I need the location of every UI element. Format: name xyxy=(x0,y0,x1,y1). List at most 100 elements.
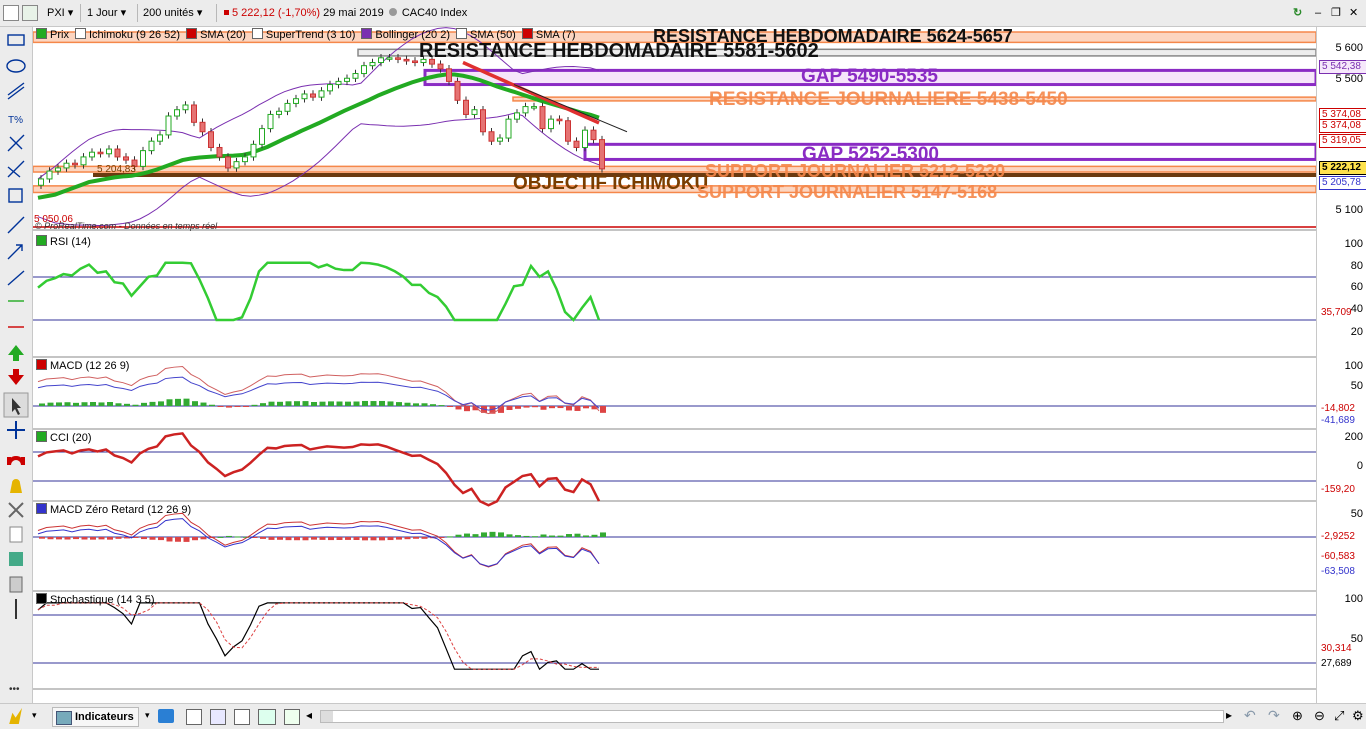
legend-item[interactable]: Ichimoku (9 26 52) xyxy=(74,28,181,41)
macd-badge: -41,689 xyxy=(1321,415,1355,426)
candle-body xyxy=(208,131,214,148)
candle-body xyxy=(89,151,95,158)
candle-body xyxy=(148,140,155,152)
dropdown-arrow-icon[interactable]: ▾ xyxy=(32,710,37,721)
symbol-label: PXI xyxy=(47,7,65,19)
mzl-histogram-bar xyxy=(302,537,309,541)
fullscreen-icon[interactable]: ⤢ xyxy=(1334,708,1344,724)
price-axis[interactable]: 5 600 5 500 5 100 5 542,38 5 374,08 5 37… xyxy=(1316,27,1366,703)
table-icon[interactable] xyxy=(186,709,202,725)
mzl-histogram-bar xyxy=(285,537,292,541)
trash-icon xyxy=(9,576,23,593)
screener-icon[interactable] xyxy=(210,709,226,725)
restore-icon[interactable]: ❐ xyxy=(1328,5,1344,21)
candle-body xyxy=(318,90,325,98)
indicators-button[interactable]: Indicateurs xyxy=(52,707,139,727)
price-badge: 5 374,08 xyxy=(1319,119,1366,133)
macd-histogram-bar xyxy=(81,402,88,406)
macd-histogram-bar xyxy=(302,401,309,406)
indicators-dropdown-icon[interactable]: ▾ xyxy=(145,710,150,721)
candle-body xyxy=(301,93,308,100)
share-icon[interactable] xyxy=(158,709,174,723)
candle-body xyxy=(97,151,104,155)
rsi-tick: 60 xyxy=(1350,281,1363,293)
candle-body xyxy=(293,98,299,104)
scrollbar-thumb[interactable] xyxy=(321,711,333,722)
legend-item[interactable]: SMA (20) xyxy=(186,28,246,41)
candle-body xyxy=(284,102,291,112)
legend-swatch xyxy=(361,28,373,39)
symbol-select[interactable]: PXI ▾ xyxy=(44,5,76,21)
mzl-histogram-bar xyxy=(532,536,538,538)
macd-histogram-bar xyxy=(506,406,513,410)
cci-tick: 0 xyxy=(1356,460,1363,472)
candle-body xyxy=(140,150,146,167)
zoom-out-icon[interactable]: ⊖ xyxy=(1314,708,1325,724)
candle-body xyxy=(386,57,393,60)
macd-histogram-bar xyxy=(549,406,555,409)
cci-tick: 200 xyxy=(1344,431,1363,443)
refresh-icon[interactable]: ↻ xyxy=(1290,5,1305,21)
fibonacci-tool-icon xyxy=(7,134,25,152)
chart-type-icon[interactable] xyxy=(3,5,19,21)
legend-item[interactable]: SuperTrend (3 10) xyxy=(251,28,355,41)
candle-body xyxy=(123,156,129,161)
scroll-left-icon[interactable]: ◂ xyxy=(306,708,312,722)
price-date: 29 mai 2019 xyxy=(323,7,384,19)
macd-histogram-bar xyxy=(379,400,385,406)
cci-badge: -159,20 xyxy=(1321,484,1355,495)
mzl-histogram-bar xyxy=(583,535,589,537)
period-select[interactable]: 1 Jour ▾ xyxy=(84,5,129,21)
split-icon[interactable] xyxy=(284,709,300,725)
scroll-right-icon[interactable]: ▸ xyxy=(1226,708,1232,722)
units-select[interactable]: 200 unités ▾ xyxy=(140,5,205,21)
print-icon[interactable] xyxy=(234,709,250,725)
candle-body xyxy=(505,118,512,139)
horizontal-scrollbar[interactable] xyxy=(320,710,1224,723)
macd-histogram-bar xyxy=(107,402,113,406)
undo-icon[interactable]: ↶ xyxy=(1244,707,1256,724)
units-label: 200 unités xyxy=(143,7,194,19)
macd-histogram-bar xyxy=(600,406,606,413)
macd-histogram-bar xyxy=(124,403,130,406)
close-icon[interactable]: ✕ xyxy=(1346,5,1361,21)
candle-body xyxy=(344,77,350,82)
redo-icon[interactable]: ↷ xyxy=(1268,707,1280,724)
candle-body xyxy=(63,162,70,169)
candle-body xyxy=(403,58,410,62)
last-price: 5 222,12 xyxy=(232,7,275,19)
mzl-macd-line xyxy=(37,512,600,568)
macd-histogram-bar xyxy=(404,402,411,406)
legend-label: Ichimoku (9 26 52) xyxy=(88,29,181,41)
settings-icon[interactable]: ⚙ xyxy=(1352,708,1364,724)
sell-arrow-icon xyxy=(8,369,24,385)
mzl-histogram-bar xyxy=(47,537,54,540)
mzl-histogram-bar xyxy=(39,537,45,539)
mzl-histogram-bar xyxy=(64,537,71,540)
mzl-histogram-bar xyxy=(192,537,198,541)
candle-body xyxy=(259,128,265,145)
chart-area[interactable]: Prix Ichimoku (9 26 52) SMA (20) SuperTrend… xyxy=(33,27,1316,728)
legend-item[interactable]: Prix xyxy=(36,28,69,41)
down-marker-icon xyxy=(224,10,229,15)
mzl-histogram-bar xyxy=(515,535,521,537)
indicators-icon xyxy=(56,711,72,725)
copy-icon xyxy=(9,526,23,543)
macd-histogram-bar xyxy=(260,403,266,406)
mzl-histogram-bar xyxy=(158,537,164,541)
minimize-icon[interactable]: – xyxy=(1312,5,1324,21)
macd-histogram-bar xyxy=(319,401,326,406)
grid-icon[interactable] xyxy=(22,5,38,21)
zoom-icon[interactable]: ⊕ xyxy=(1292,708,1303,724)
pencil-icon[interactable] xyxy=(9,708,22,724)
mzl-histogram-bar xyxy=(294,537,300,541)
line-tool-icon xyxy=(7,216,25,234)
mzl-histogram-bar xyxy=(362,537,368,541)
macd-histogram-bar xyxy=(115,403,122,406)
mzl-histogram-bar xyxy=(447,536,453,538)
candle-body xyxy=(412,60,418,64)
stoch-k-line xyxy=(37,602,599,671)
candle-body xyxy=(590,129,597,141)
chart-window-icon[interactable] xyxy=(258,709,276,725)
macd-histogram-bar xyxy=(455,406,462,410)
